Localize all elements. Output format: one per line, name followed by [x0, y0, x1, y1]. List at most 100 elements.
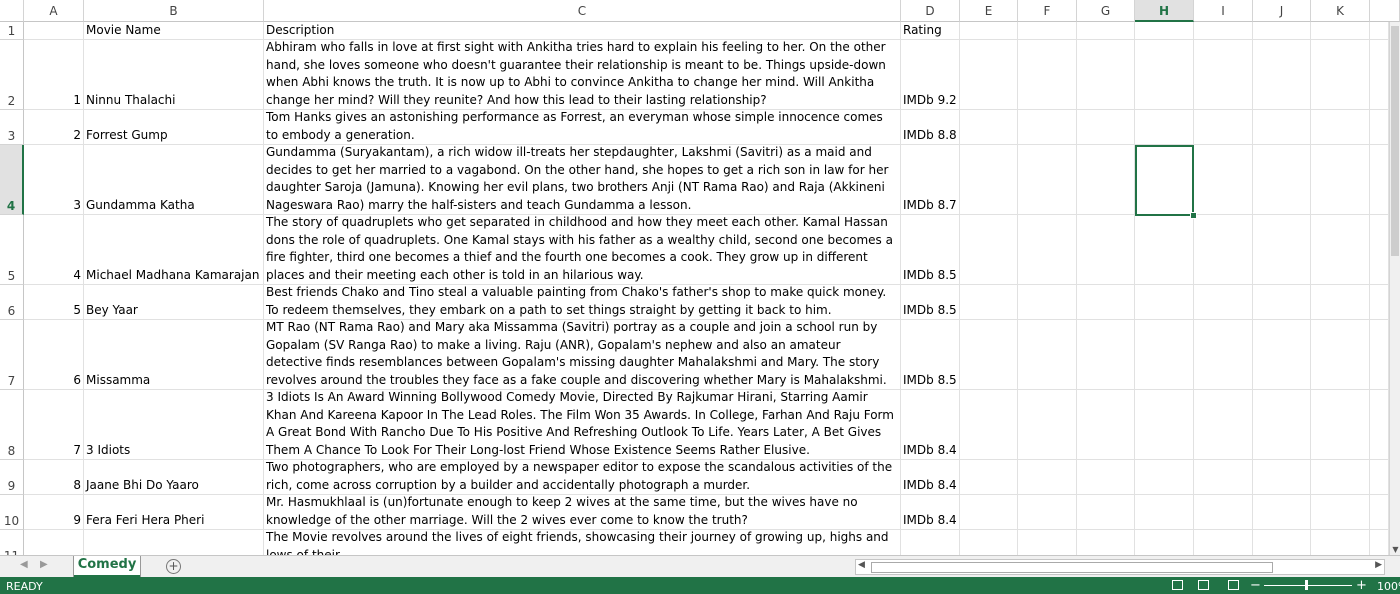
column-header-g[interactable]: G [1077, 0, 1135, 22]
row-header-7[interactable]: 7 [0, 320, 24, 390]
cell-a1[interactable] [24, 22, 84, 40]
empty-cell[interactable] [1194, 110, 1253, 145]
cell-b8[interactable]: 3 Idiots [84, 390, 264, 460]
empty-cell[interactable] [1077, 390, 1135, 460]
cell-d1[interactable]: Rating [901, 22, 960, 40]
zoom-level[interactable]: 100% [1377, 580, 1400, 593]
cell-a5[interactable]: 4 [24, 215, 84, 285]
empty-cell[interactable] [1135, 22, 1194, 40]
row-header-10[interactable]: 10 [0, 495, 24, 530]
cell-c8[interactable]: 3 Idiots Is An Award Winning Bollywood C… [264, 390, 901, 460]
empty-cell[interactable] [1370, 460, 1389, 495]
cell-d11[interactable] [901, 530, 960, 555]
cell-a9[interactable]: 8 [24, 460, 84, 495]
empty-cell[interactable] [1311, 145, 1370, 215]
column-header-a[interactable]: A [24, 0, 84, 22]
cell-b11[interactable] [84, 530, 264, 555]
empty-cell[interactable] [1018, 530, 1077, 555]
empty-cell[interactable] [1077, 145, 1135, 215]
empty-cell[interactable] [1311, 460, 1370, 495]
cell-b2[interactable]: Ninnu Thalachi [84, 40, 264, 110]
cell-a7[interactable]: 6 [24, 320, 84, 390]
empty-cell[interactable] [960, 320, 1018, 390]
empty-cell[interactable] [1370, 40, 1389, 110]
empty-cell[interactable] [1018, 22, 1077, 40]
empty-cell[interactable] [960, 110, 1018, 145]
column-header-b[interactable]: B [84, 0, 264, 22]
column-header-l[interactable] [1370, 0, 1400, 22]
row-header-11[interactable]: 11 [0, 530, 24, 555]
empty-cell[interactable] [1135, 460, 1194, 495]
empty-cell[interactable] [1370, 320, 1389, 390]
empty-cell[interactable] [1194, 320, 1253, 390]
empty-cell[interactable] [960, 390, 1018, 460]
row-header-2[interactable]: 2 [0, 40, 24, 110]
empty-cell[interactable] [1311, 320, 1370, 390]
cell-a4[interactable]: 3 [24, 145, 84, 215]
page-break-preview-icon[interactable] [1228, 580, 1239, 590]
empty-cell[interactable] [1018, 40, 1077, 110]
empty-cell[interactable] [1370, 110, 1389, 145]
cell-d2[interactable]: IMDb 9.2 [901, 40, 960, 110]
empty-cell[interactable] [1135, 390, 1194, 460]
scroll-right-arrow-icon[interactable]: ▶ [1375, 560, 1382, 570]
cell-a8[interactable]: 7 [24, 390, 84, 460]
cell-c3[interactable]: Tom Hanks gives an astonishing performan… [264, 110, 901, 145]
row-header-6[interactable]: 6 [0, 285, 24, 320]
scroll-left-arrow-icon[interactable]: ◀ [858, 560, 865, 570]
empty-cell[interactable] [960, 215, 1018, 285]
empty-cell[interactable] [1253, 22, 1311, 40]
cell-d8[interactable]: IMDb 8.4 [901, 390, 960, 460]
zoom-slider-thumb[interactable] [1305, 580, 1308, 590]
cell-c7[interactable]: MT Rao (NT Rama Rao) and Mary aka Missam… [264, 320, 901, 390]
horizontal-scrollbar[interactable]: ◀ ▶ [855, 559, 1385, 575]
cell-c11[interactable]: The Movie revolves around the lives of e… [264, 530, 901, 555]
vertical-scrollbar[interactable]: ▼ [1389, 22, 1400, 555]
cell-b3[interactable]: Forrest Gump [84, 110, 264, 145]
cell-b9[interactable]: Jaane Bhi Do Yaaro [84, 460, 264, 495]
empty-cell[interactable] [960, 40, 1018, 110]
empty-cell[interactable] [1253, 495, 1311, 530]
cell-b1[interactable]: Movie Name [84, 22, 264, 40]
empty-cell[interactable] [1311, 530, 1370, 555]
empty-cell[interactable] [1194, 495, 1253, 530]
cell-a11[interactable] [24, 530, 84, 555]
cell-d9[interactable]: IMDb 8.4 [901, 460, 960, 495]
row-header-9[interactable]: 9 [0, 460, 24, 495]
empty-cell[interactable] [1077, 40, 1135, 110]
cell-c10[interactable]: Mr. Hasmukhlaal is (un)fortunate enough … [264, 495, 901, 530]
empty-cell[interactable] [1077, 460, 1135, 495]
empty-cell[interactable] [1194, 22, 1253, 40]
cell-c2[interactable]: Abhiram who falls in love at first sight… [264, 40, 901, 110]
cell-d4[interactable]: IMDb 8.7 [901, 145, 960, 215]
empty-cell[interactable] [1135, 215, 1194, 285]
row-header-5[interactable]: 5 [0, 215, 24, 285]
prev-sheet-arrow-icon[interactable]: ◀ [20, 559, 28, 570]
empty-cell[interactable] [1018, 145, 1077, 215]
empty-cell[interactable] [1018, 215, 1077, 285]
empty-cell[interactable] [1077, 215, 1135, 285]
cell-c6[interactable]: Best friends Chako and Tino steal a valu… [264, 285, 901, 320]
empty-cell[interactable] [1253, 110, 1311, 145]
cell-c1[interactable]: Description [264, 22, 901, 40]
cell-a6[interactable]: 5 [24, 285, 84, 320]
empty-cell[interactable] [1370, 390, 1389, 460]
empty-cell[interactable] [960, 495, 1018, 530]
empty-cell[interactable] [1370, 215, 1389, 285]
zoom-in-button[interactable]: + [1356, 577, 1367, 594]
empty-cell[interactable] [1253, 145, 1311, 215]
column-header-f[interactable]: F [1018, 0, 1077, 22]
empty-cell[interactable] [1077, 530, 1135, 555]
empty-cell[interactable] [1370, 285, 1389, 320]
empty-cell[interactable] [1077, 320, 1135, 390]
column-header-h[interactable]: H [1135, 0, 1194, 22]
empty-cell[interactable] [960, 285, 1018, 320]
empty-cell[interactable] [1018, 460, 1077, 495]
row-header-8[interactable]: 8 [0, 390, 24, 460]
empty-cell[interactable] [1135, 285, 1194, 320]
column-header-j[interactable]: J [1253, 0, 1311, 22]
normal-view-icon[interactable] [1172, 580, 1183, 590]
column-header-c[interactable]: C [264, 0, 901, 22]
empty-cell[interactable] [1018, 390, 1077, 460]
selected-cell-h4[interactable] [1135, 145, 1194, 216]
